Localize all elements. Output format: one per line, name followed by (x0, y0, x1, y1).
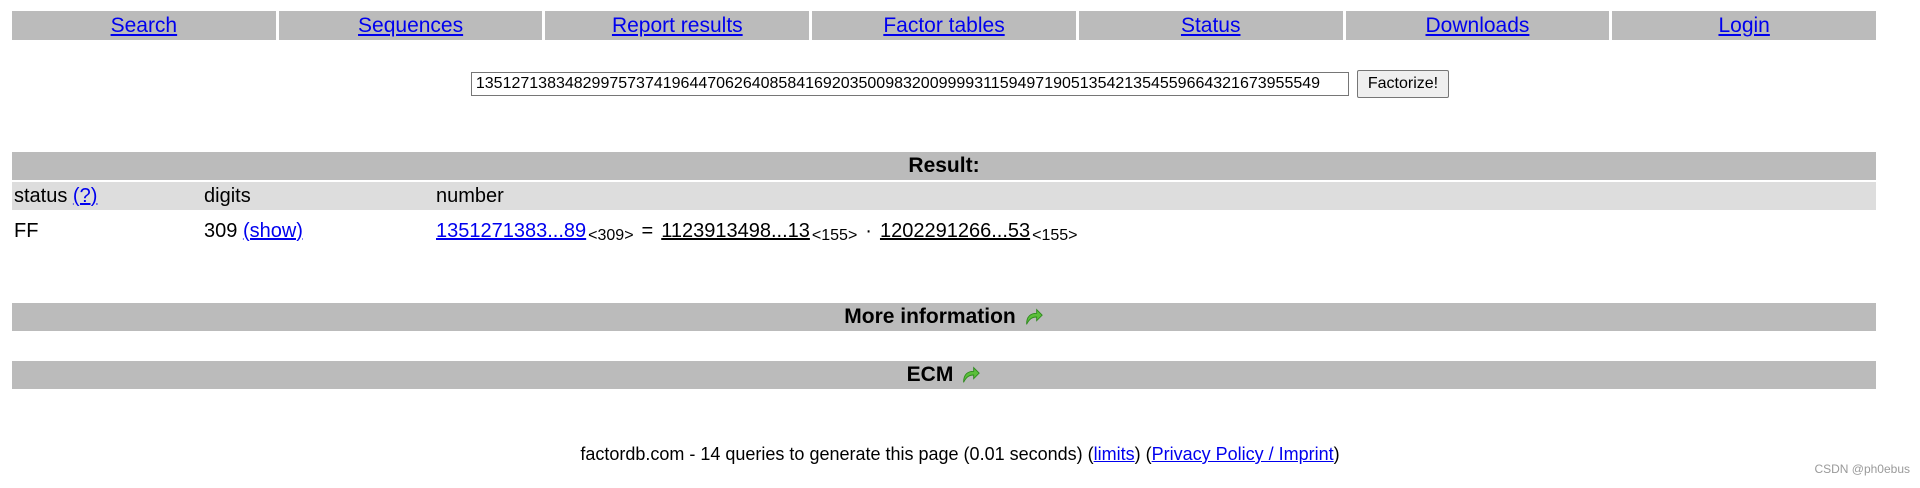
row-number: 1351271383...89 <309> = 1123913498...13 <1… (436, 214, 1078, 248)
number-input[interactable] (470, 72, 1349, 96)
number-digit-count: <309> (588, 227, 634, 244)
multiply-sign: · (865, 219, 872, 242)
search-form: Factorize! (0, 70, 1920, 98)
factor-1-digit-count: <155> (811, 227, 858, 244)
privacy-policy-link[interactable]: Privacy Policy / Imprint (1152, 444, 1334, 464)
footer-close: ) (1333, 444, 1340, 464)
equals-sign: = (641, 219, 654, 242)
limits-link[interactable]: limits (1094, 444, 1135, 464)
footer-separator: ) ( (1134, 444, 1152, 464)
watermark: CSDN @ph0ebus (1814, 462, 1910, 476)
header-status-label: status (14, 184, 68, 207)
header-number-label: number (436, 184, 504, 207)
row-status: FF (14, 214, 38, 248)
factor-1-link[interactable]: 1123913498...13 (661, 220, 810, 243)
nav-link-sequences[interactable]: Sequences (358, 14, 463, 38)
ecm-bar[interactable]: ECM (12, 361, 1876, 389)
table-row: FF 309 (show) 1351271383...89 <309> = 112… (12, 214, 1876, 248)
footer: factordb.com - 14 queries to generate th… (0, 444, 1920, 465)
footer-text: factordb.com - 14 queries to generate th… (580, 444, 1094, 464)
status-help-link[interactable]: (?) (73, 185, 97, 208)
nav-link-factor-tables[interactable]: Factor tables (883, 14, 1004, 38)
number-link[interactable]: 1351271383...89 (436, 220, 586, 243)
factor-2-digit-count: <155> (1032, 227, 1078, 244)
result-table-header: status (?) digits number (12, 182, 1876, 210)
status-value: FF (14, 219, 39, 242)
factor-2-link[interactable]: 1202291266...53 (880, 220, 1030, 243)
nav-item-sequences: Sequences (278, 11, 543, 40)
green-arrow-icon (959, 364, 981, 386)
nav-link-status[interactable]: Status (1181, 14, 1241, 38)
more-information-label: More information (844, 305, 1016, 328)
header-digits: digits (204, 182, 251, 210)
nav-item-factor-tables: Factor tables (812, 11, 1076, 40)
nav-item-status: Status (1078, 11, 1343, 40)
digits-value: 309 (204, 219, 238, 242)
show-digits-link[interactable]: (show) (243, 220, 303, 243)
nav-item-search: Search (12, 11, 276, 40)
green-arrow-icon (1022, 306, 1044, 328)
ecm-label: ECM (906, 363, 954, 386)
top-navigation: Search Sequences Report results Factor t… (12, 11, 1877, 40)
nav-link-report-results[interactable]: Report results (612, 14, 743, 38)
more-information-bar[interactable]: More information (12, 303, 1876, 331)
header-digits-label: digits (204, 184, 251, 207)
header-status: status (?) (14, 182, 97, 210)
header-number: number (436, 182, 504, 210)
nav-item-report-results: Report results (545, 11, 810, 40)
nav-link-login[interactable]: Login (1718, 14, 1769, 38)
nav-link-search[interactable]: Search (111, 14, 178, 38)
nav-link-downloads[interactable]: Downloads (1426, 14, 1530, 38)
result-title: Result: (908, 154, 980, 177)
nav-item-downloads: Downloads (1345, 11, 1610, 40)
factorize-button[interactable]: Factorize! (1356, 70, 1450, 98)
result-header-bar: Result: (12, 152, 1876, 180)
row-digits: 309 (show) (204, 214, 303, 248)
nav-item-login: Login (1612, 11, 1877, 40)
